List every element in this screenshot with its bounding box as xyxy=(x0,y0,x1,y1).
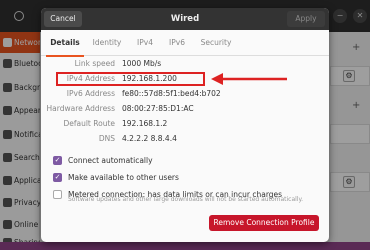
checkbox-unchecked-icon xyxy=(53,189,62,199)
tab-bar: Details Identity IPv4 IPv6 Security xyxy=(41,30,329,57)
available-to-other-users-label: Make available to other users xyxy=(68,172,179,182)
dialog-titlebar: Wired Cancel Apply xyxy=(41,8,329,30)
detail-row-ipv6-address: IPv6 Address fe80::57d8:5f1:bed4:b702 xyxy=(41,88,329,100)
detail-row-dns: DNS 4.2.2.2 8.8.4.4 xyxy=(41,133,329,145)
annotation-arrow-icon xyxy=(211,73,287,85)
checkbox-checked-icon: ✓ xyxy=(53,155,62,165)
dns-value: 4.2.2.2 8.8.4.4 xyxy=(122,134,177,143)
metered-connection-subtext: Software updates and other large downloa… xyxy=(68,196,304,203)
detail-row-default-route: Default Route 192.168.1.2 xyxy=(41,118,329,130)
connect-automatically-checkbox[interactable]: ✓ Connect automatically xyxy=(53,154,153,166)
default-route-value: 192.168.1.2 xyxy=(122,119,168,128)
link-speed-label: Link speed xyxy=(74,59,115,68)
detail-row-hardware-address: Hardware Address 08:00:27:85:D1:AC xyxy=(41,103,329,115)
tab-ipv6[interactable]: IPv6 xyxy=(164,30,190,56)
desktop-bottom-bar xyxy=(0,242,370,250)
tab-ipv4[interactable]: IPv4 xyxy=(132,30,158,56)
apply-button[interactable]: Apply xyxy=(287,11,325,27)
remove-connection-profile-button[interactable]: Remove Connection Profile xyxy=(209,215,319,231)
ipv6-address-label: IPv6 Address xyxy=(66,89,115,98)
tab-security[interactable]: Security xyxy=(197,30,235,56)
tab-identity[interactable]: Identity xyxy=(87,30,127,56)
cancel-button[interactable]: Cancel xyxy=(44,11,82,27)
ipv6-address-value: fe80::57d8:5f1:bed4:b702 xyxy=(122,89,221,98)
detail-row-link-speed: Link speed 1000 Mb/s xyxy=(41,58,329,70)
checkbox-checked-icon: ✓ xyxy=(53,172,62,182)
dns-label: DNS xyxy=(98,134,115,143)
annotation-highlight-box xyxy=(56,72,205,86)
hardware-address-label: Hardware Address xyxy=(46,104,115,113)
link-speed-value: 1000 Mb/s xyxy=(122,59,162,68)
wired-dialog: Wired Cancel Apply Details Identity IPv4… xyxy=(41,8,329,242)
available-to-other-users-checkbox[interactable]: ✓ Make available to other users xyxy=(53,171,179,183)
connect-automatically-label: Connect automatically xyxy=(68,155,153,165)
dialog-title: Wired xyxy=(170,14,200,24)
default-route-label: Default Route xyxy=(63,119,115,128)
tab-details[interactable]: Details xyxy=(46,30,84,57)
hardware-address-value: 08:00:27:85:D1:AC xyxy=(122,104,194,113)
